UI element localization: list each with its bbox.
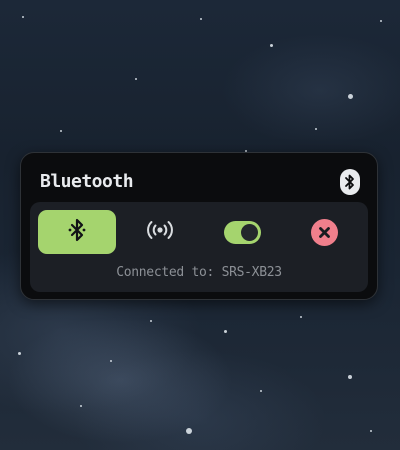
close-button[interactable] (306, 210, 342, 254)
controls-panel: Connected to: SRS-XB23 (30, 202, 368, 292)
star (80, 405, 82, 407)
broadcast-button[interactable] (140, 210, 180, 254)
broadcast-icon (145, 219, 175, 245)
toggle-switch[interactable] (223, 220, 261, 244)
star (348, 375, 352, 379)
bluetooth-toggle-button[interactable] (38, 210, 116, 254)
star (370, 430, 372, 432)
widget-title: Bluetooth (40, 171, 134, 192)
close-icon (310, 218, 338, 246)
bluetooth-icon (340, 169, 360, 195)
toggle-knob (240, 223, 258, 241)
star (200, 18, 202, 20)
star (348, 94, 353, 99)
bluetooth-icon (63, 216, 91, 248)
bluetooth-widget: Bluetooth Connected to: SRS-XB23 (20, 152, 378, 300)
star (135, 78, 137, 80)
star (18, 352, 21, 355)
star (260, 390, 262, 392)
star (186, 428, 192, 434)
star (110, 360, 112, 362)
star (380, 20, 382, 22)
star (315, 128, 317, 130)
star (270, 44, 273, 47)
star (300, 316, 302, 318)
star (22, 16, 24, 18)
bluetooth-power-toggle[interactable] (214, 210, 270, 254)
star (150, 320, 152, 322)
star (224, 330, 227, 333)
connection-status: Connected to: SRS-XB23 (116, 265, 282, 280)
star (60, 130, 62, 132)
